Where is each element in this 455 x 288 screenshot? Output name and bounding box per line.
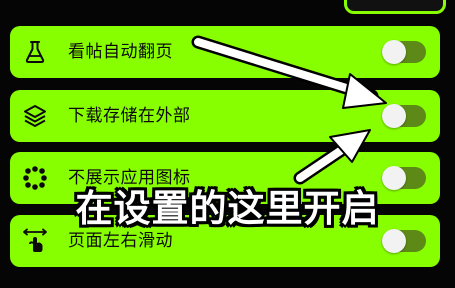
setting-label: 看帖自动翻页	[68, 42, 173, 62]
layers-icon	[22, 103, 48, 129]
horizontal-swipe-toggle[interactable]	[382, 229, 426, 253]
toggle-knob	[382, 40, 406, 64]
settings-screen: 看帖自动翻页 下载存储在外部 不展示应用图标 页面左右滑动 在设置的这里开启	[0, 0, 455, 288]
setting-label: 下载存储在外部	[68, 106, 191, 126]
setting-label: 页面左右滑动	[68, 231, 173, 251]
top-card-edge	[344, 0, 446, 14]
auto-page-turn-toggle[interactable]	[382, 40, 426, 64]
external-storage-toggle[interactable]	[382, 104, 426, 128]
toggle-knob	[382, 229, 406, 253]
tutorial-caption: 在设置的这里开启	[75, 187, 380, 230]
setting-row-auto-page-turn[interactable]: 看帖自动翻页	[10, 26, 440, 78]
flask-icon	[22, 39, 48, 65]
setting-row-external-storage[interactable]: 下载存储在外部	[10, 90, 440, 142]
toggle-knob	[382, 104, 406, 128]
